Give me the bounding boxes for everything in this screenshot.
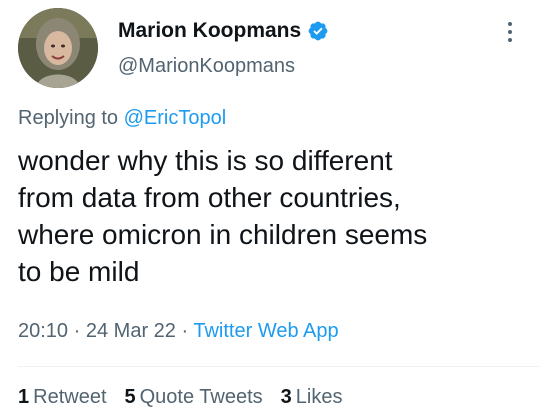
more-options-icon[interactable] (500, 18, 520, 46)
author-row: Marion Koopmans (118, 18, 329, 44)
mention-link[interactable]: @EricTopol (124, 107, 227, 129)
replying-to-label: Replying to (18, 107, 119, 129)
tweet-meta: 20:10 · 24 Mar 22 · Twitter Web App (18, 318, 339, 344)
replying-to: Replying to @EricTopol (18, 105, 226, 131)
tweet-time[interactable]: 20:10 (18, 320, 68, 342)
retweets-count: 1 (18, 386, 30, 408)
meta-separator: · (73, 320, 81, 342)
quote-tweets-count: 5 (124, 386, 136, 408)
avatar[interactable] (18, 8, 98, 88)
engagement-stats: 1 Retweet 5 Quote Tweets 3 Likes (18, 384, 343, 410)
quote-tweets-stat[interactable]: 5 Quote Tweets (125, 384, 263, 410)
source-link[interactable]: Twitter Web App (193, 320, 338, 342)
display-name[interactable]: Marion Koopmans (118, 18, 301, 44)
tweet-text: wonder why this is so different from dat… (18, 145, 428, 287)
retweets-stat[interactable]: 1 Retweet (18, 384, 107, 410)
meta-separator: · (181, 320, 189, 342)
likes-label: Likes (295, 386, 343, 408)
profile-photo (18, 8, 98, 88)
likes-count: 3 (280, 386, 292, 408)
likes-stat[interactable]: 3 Likes (281, 384, 343, 410)
divider (18, 366, 540, 367)
verified-badge-icon (307, 20, 329, 42)
quote-tweets-label: Quote Tweets (139, 386, 263, 408)
retweets-label: Retweet (33, 386, 107, 408)
tweet-date[interactable]: 24 Mar 22 (86, 320, 176, 342)
handle[interactable]: @MarionKoopmans (118, 53, 295, 79)
tweet: Marion Koopmans @MarionKoopmans Replying… (0, 0, 540, 419)
